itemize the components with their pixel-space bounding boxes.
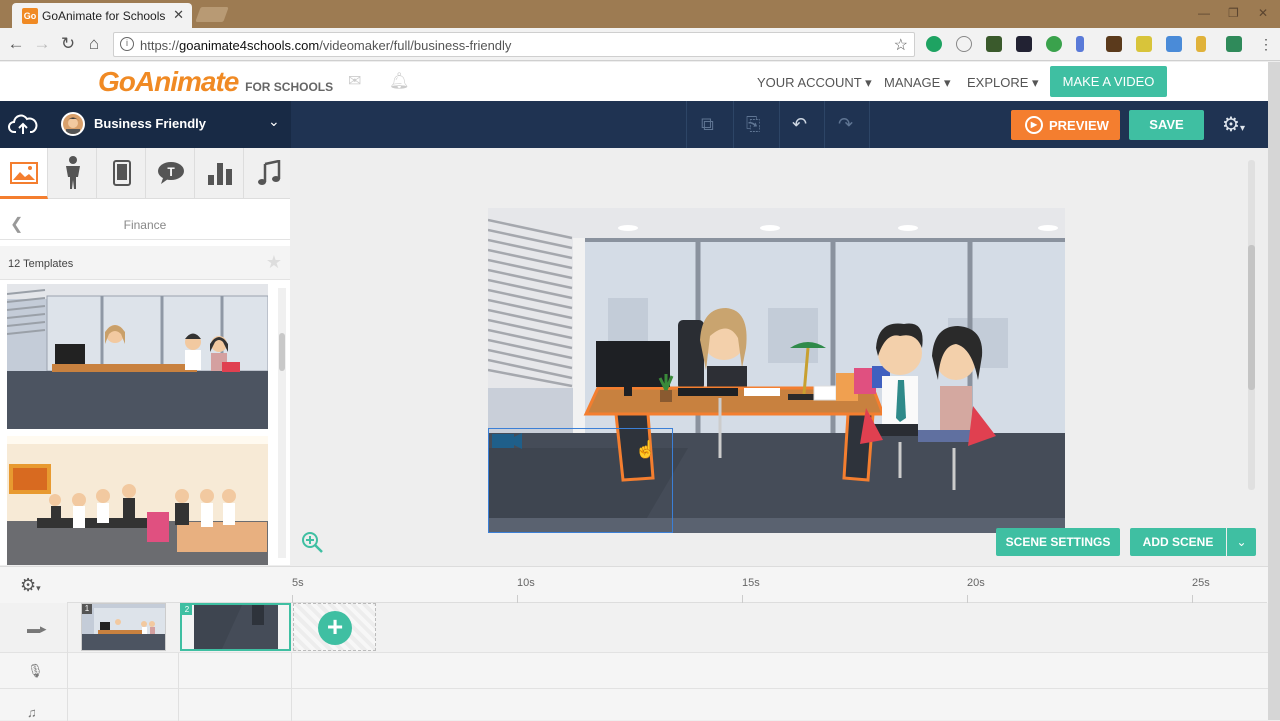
extension-icon[interactable] [956,36,972,52]
url-bar[interactable]: i https://goanimate4schools.com/videomak… [113,32,915,57]
scenes-icon[interactable] [0,148,48,199]
paste-icon[interactable]: ⎘ [746,114,760,135]
extension-icon[interactable] [1196,36,1206,52]
favicon-icon: Go [22,8,38,24]
copy-icon[interactable]: ⧉ [701,114,714,135]
new-tab-button[interactable] [195,7,229,22]
info-icon[interactable]: i [120,37,134,51]
tick-label: 25s [1192,577,1210,589]
video-camera-icon: ▬▸ [27,621,47,636]
extension-icon[interactable] [1016,36,1032,52]
theme-selector[interactable]: Business Friendly ⌄ [0,101,291,148]
category-title: Finance [123,218,167,232]
bookmark-star-icon[interactable]: ☆ [894,35,908,55]
timeline-settings-gear-icon[interactable]: ⚙▾ [20,575,41,596]
props-icon[interactable] [98,148,146,199]
theme-avatar [61,112,85,136]
goanimate-logo[interactable]: GoAnimate FOR SCHOOLS [98,66,333,98]
make-a-video-button[interactable]: MAKE A VIDEO [1050,66,1167,97]
scene-thumbnail-selected[interactable]: 2 [180,603,291,651]
maximize-button[interactable]: ❐ [1228,6,1239,20]
microphone-icon: 🎙︎ [27,663,44,678]
favorite-star-icon[interactable]: ★ [266,252,282,273]
template-thumbnail[interactable] [7,284,268,429]
chrome-menu-icon[interactable]: ⋮ [1256,36,1276,53]
extension-icon[interactable] [1046,36,1062,52]
editor-toolbar: Business Friendly ⌄ ⧉ ⎘ ↶ ↷ ▶ PREVIEW SA… [0,101,1268,148]
extension-icon[interactable] [1226,36,1242,52]
chevron-down-icon[interactable]: ⌄ [268,113,280,130]
template-thumbnail[interactable] [7,436,268,565]
preview-label: PREVIEW [1049,118,1109,133]
address-bar-row: ← → ↻ ⌂ i https://goanimate4schools.com/… [0,28,1280,61]
asset-panel: T ❮ Finance 12 Templates ★ [0,148,290,565]
minimize-button[interactable]: — [1198,6,1210,20]
scene-number: 2 [182,605,192,615]
chevron-down-icon[interactable]: ⌄ [1227,528,1256,556]
reload-icon[interactable]: ↻ [58,34,78,54]
voice-track[interactable]: 🎙︎ [0,653,1268,689]
url-text: https://goanimate4schools.com/videomaker… [140,38,512,53]
music-track[interactable]: ♫ [0,689,1268,721]
tick-label: 20s [967,577,985,589]
play-icon: ▶ [1025,116,1043,134]
nav-your-account[interactable]: YOUR ACCOUNT ▾ [757,75,872,91]
tick-label: 15s [742,577,760,589]
panel-scrollbar[interactable] [278,288,286,558]
preview-button[interactable]: ▶ PREVIEW [1011,110,1120,140]
timeline-ruler[interactable]: 5s 10s 15s 20s 25s [67,567,1267,603]
scene-settings-button[interactable]: SCENE SETTINGS [996,528,1120,556]
category-header: ❮ Finance [0,208,290,240]
extension-icon[interactable] [1166,36,1182,52]
charts-icon[interactable] [196,148,244,199]
add-scene-button[interactable]: ADD SCENE [1130,528,1226,556]
bell-icon[interactable]: 🔔︎ [389,71,409,91]
redo-icon[interactable]: ↷ [838,114,853,135]
extension-icon[interactable] [986,36,1002,52]
add-scene-placeholder[interactable]: + [293,603,376,651]
extension-icon[interactable] [1136,36,1152,52]
tick-label: 10s [517,577,535,589]
hand-cursor-icon: ☝ [635,440,657,459]
music-note-icon: ♫ [27,705,37,720]
close-window-button[interactable]: ✕ [1258,6,1268,20]
nav-explore[interactable]: EXPLORE ▾ [967,75,1039,91]
stage-scrollbar[interactable] [1248,160,1255,490]
template-count: 12 Templates [8,258,74,270]
scene-number: 1 [82,604,92,614]
text-icon[interactable]: T [147,148,195,199]
back-icon[interactable]: ← [6,34,26,54]
mail-icon[interactable]: ✉ [348,71,361,91]
scene-thumbnail[interactable]: 1 [81,603,166,651]
nav-manage[interactable]: MANAGE ▾ [884,75,950,91]
save-button[interactable]: SAVE [1129,110,1204,140]
svg-text:T: T [167,165,175,179]
extension-icon[interactable] [926,36,942,52]
asset-tabs: T [0,148,290,199]
tab-title: GoAnimate for Schools [42,9,166,23]
browser-tab-bar: Go GoAnimate for Schools ✕ — ❐ ✕ [0,0,1280,28]
site-header: GoAnimate FOR SCHOOLS ✉ 🔔︎ YOUR ACCOUNT … [0,62,1268,101]
close-tab-icon[interactable]: ✕ [173,7,184,23]
settings-gear-icon[interactable]: ⚙▾ [1222,112,1245,137]
browser-tab[interactable]: Go GoAnimate for Schools ✕ [12,3,192,28]
extension-icon[interactable] [1106,36,1122,52]
upload-cloud-icon[interactable] [8,111,38,137]
characters-icon[interactable] [49,148,97,199]
page-scrollbar[interactable] [1268,62,1280,720]
home-icon[interactable]: ⌂ [84,34,104,54]
forward-icon[interactable]: → [32,34,52,54]
plus-icon[interactable]: + [318,611,352,645]
audio-icon[interactable] [245,148,293,199]
tick-label: 5s [292,577,304,589]
zoom-in-icon[interactable] [301,531,323,559]
template-count-bar: 12 Templates ★ [0,246,290,280]
theme-name: Business Friendly [94,116,206,131]
undo-icon[interactable]: ↶ [792,114,807,135]
extension-icon[interactable] [1076,36,1084,52]
